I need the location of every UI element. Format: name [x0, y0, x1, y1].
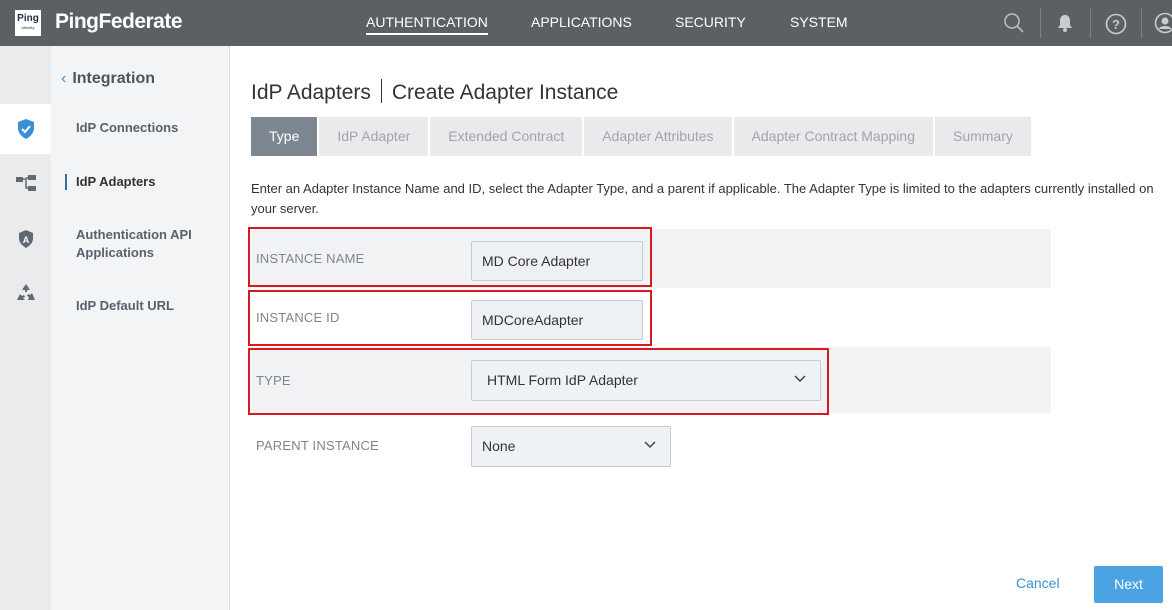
bell-icon[interactable]: [1056, 13, 1074, 33]
separator: [1141, 8, 1142, 38]
chevron-left-icon: ‹: [61, 70, 67, 87]
wizard-tabs: Type IdP Adapter Extended Contract Adapt…: [251, 117, 1033, 156]
parent-instance-row: PARENT INSTANCE None: [251, 413, 1051, 479]
nav-back-integration[interactable]: ‹ Integration: [61, 70, 155, 88]
tab-idp-adapter[interactable]: IdP Adapter: [319, 117, 429, 156]
separator: [1090, 8, 1091, 38]
nav-applications[interactable]: APPLICATIONS: [531, 0, 632, 46]
rail-policies[interactable]: A: [0, 214, 51, 264]
search-icon[interactable]: [1003, 12, 1025, 34]
tab-extended-contract[interactable]: Extended Contract: [430, 117, 583, 156]
active-indicator: [65, 174, 67, 190]
next-button[interactable]: Next: [1094, 566, 1163, 603]
separator: [1040, 8, 1041, 38]
nav-authentication[interactable]: AUTHENTICATION: [366, 0, 488, 46]
svg-text:A: A: [22, 235, 29, 245]
svg-text:?: ?: [1112, 17, 1120, 32]
top-bar: Ping Identity PingFederate AUTHENTICATIO…: [0, 0, 1172, 46]
secondary-nav: ‹ Integration IdP Connections IdP Adapter…: [51, 46, 230, 610]
shield-check-icon: [17, 119, 34, 139]
highlight-box-instance-id: [248, 290, 652, 346]
highlight-box-instance-name: [248, 227, 652, 287]
user-icon[interactable]: [1154, 12, 1172, 34]
rail-authentication[interactable]: [0, 104, 51, 154]
page-description: Enter an Adapter Instance Name and ID, s…: [251, 181, 1154, 216]
tab-summary[interactable]: Summary: [934, 117, 1031, 156]
chevron-down-icon: [644, 441, 656, 449]
title-divider: [380, 79, 382, 103]
tab-adapter-attributes[interactable]: Adapter Attributes: [584, 117, 732, 156]
parent-instance-select[interactable]: None: [471, 426, 671, 467]
sidebar-item-idp-adapters[interactable]: IdP Adapters: [76, 173, 155, 191]
cancel-button[interactable]: Cancel: [1016, 575, 1060, 591]
nav-system[interactable]: SYSTEM: [790, 0, 848, 46]
tab-type[interactable]: Type: [251, 117, 318, 156]
breadcrumb: IdP Adapters: [251, 81, 371, 104]
tab-adapter-contract-mapping[interactable]: Adapter Contract Mapping: [733, 117, 933, 156]
shield-a-icon: A: [18, 230, 33, 248]
nav-security[interactable]: SECURITY: [675, 0, 746, 46]
hierarchy-icon: [15, 175, 36, 191]
recycle-icon: [16, 284, 35, 300]
rail-settings[interactable]: [0, 268, 51, 318]
page-title: IdP Adapters Create Adapter Instance: [251, 79, 618, 105]
page-subtitle: Create Adapter Instance: [391, 81, 619, 104]
app-name: PingFederate: [55, 10, 183, 33]
ping-logo: Ping Identity: [15, 10, 41, 36]
rail-integration[interactable]: [0, 158, 51, 208]
sidebar-item-idp-connections[interactable]: IdP Connections: [76, 119, 178, 137]
highlight-box-type: [248, 348, 829, 415]
sidebar-item-idp-default-url[interactable]: IdP Default URL: [76, 297, 174, 315]
help-icon[interactable]: ?: [1105, 13, 1127, 35]
sidebar-item-auth-api-applications[interactable]: Authentication API Applications: [76, 226, 216, 262]
icon-rail: A: [0, 46, 51, 610]
parent-instance-label: PARENT INSTANCE: [256, 438, 379, 453]
